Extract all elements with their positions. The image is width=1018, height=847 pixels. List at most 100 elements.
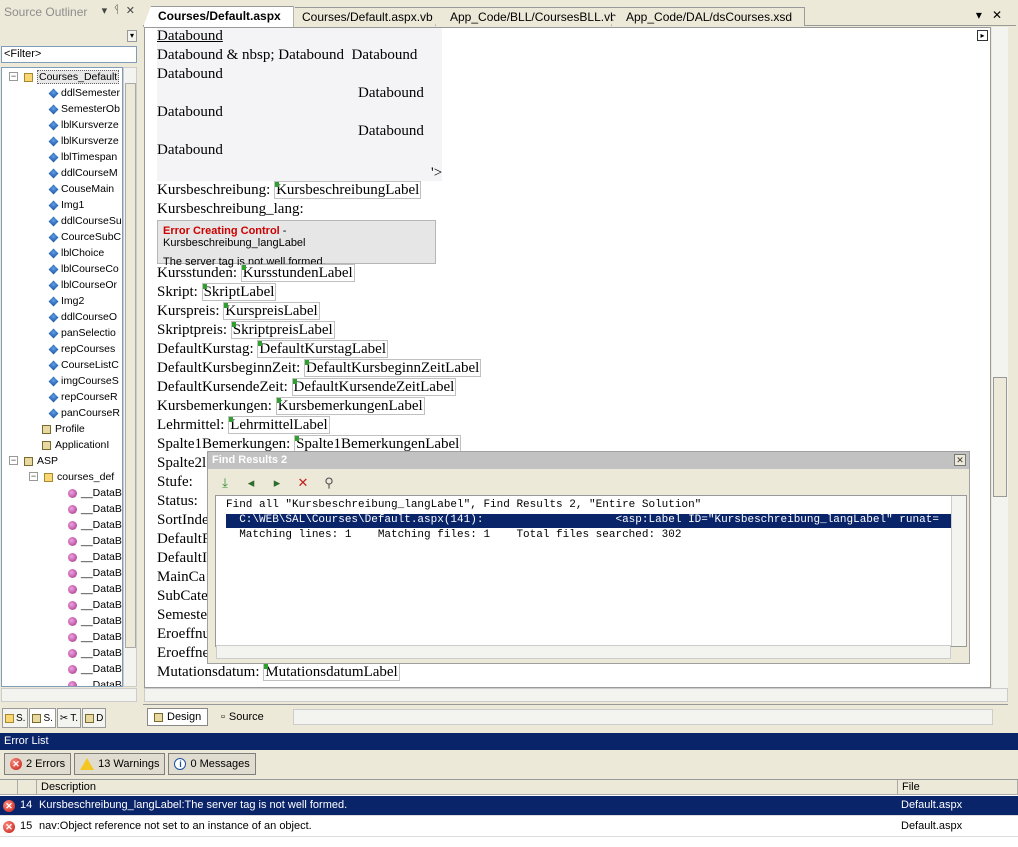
tree-node-databinding[interactable]: __DataB [68,565,122,581]
label-control[interactable]: DefaultKursbeginnZeitLabel [304,359,482,377]
tab-data[interactable]: D [82,708,107,728]
field-row[interactable]: Kursstunden: KursstundenLabel [157,264,355,282]
active-files-dropdown-icon[interactable]: ▾ [976,8,982,22]
tree-expander-icon[interactable]: − [9,72,18,81]
error-creating-control-box[interactable]: Error Creating Control - Kursbeschreibun… [157,220,436,268]
find-icon[interactable]: ⚲ [320,474,338,492]
clear-all-icon[interactable]: ✕ [294,474,312,492]
tree-node-control[interactable]: lblCourseCo [48,261,119,277]
tree-node-control[interactable]: panSelectio [48,325,116,341]
tree-node-item[interactable]: ApplicationI [42,437,109,453]
tree-node-control[interactable]: Img1 [48,197,84,213]
find-vertical-scrollbar[interactable] [951,496,966,646]
warnings-filter-button[interactable]: 13 Warnings [74,753,166,775]
messages-filter-button[interactable]: i0 Messages [168,753,256,775]
column-header-number[interactable] [18,780,37,795]
field-row[interactable]: Kursbeschreibung: KursbeschreibungLabel [157,181,422,199]
label-control[interactable]: DefaultKursendeZeitLabel [291,378,457,396]
tree-node-control[interactable]: lblCourseOr [48,277,117,293]
tree-node-control[interactable]: CourseListC [48,357,119,373]
tree-node-control[interactable]: repCourseR [48,389,118,405]
field-row[interactable]: Kursbemerkungen: KursbemerkungenLabel [157,397,425,415]
tab-coursesbll-vb[interactable]: App_Code/BLL/CoursesBLL.vb [435,7,630,26]
tree-node-control[interactable]: lblKursverze [48,117,119,133]
tree-node-control[interactable]: ddlCourseO [48,309,117,325]
tree-node-databinding[interactable]: __DataB [68,661,122,677]
tree-node-asp[interactable]: ASP [24,453,58,469]
editor-vertical-scrollbar[interactable] [992,27,1008,688]
tree-node-databinding[interactable]: __DataB [68,533,122,549]
tree-node-control[interactable]: ddlCourseM [48,165,118,181]
find-horizontal-scrollbar[interactable] [216,645,951,659]
tag-navigator[interactable] [293,709,993,725]
tab-dscourses-xsd[interactable]: App_Code/DAL/dsCourses.xsd [611,7,806,26]
tree-node-control[interactable]: repCourses [48,341,115,357]
tree-node-databinding[interactable]: __DataB [68,677,122,686]
field-row[interactable]: DefaultKursbeginnZeit: DefaultKursbeginn… [157,359,482,377]
error-row[interactable]: ✕ 15 nav:Object reference not set to an … [0,817,1018,837]
tree-node-databinding[interactable]: __DataB [68,501,122,517]
tree-node-databinding[interactable]: __DataB [68,517,122,533]
tree-node-control[interactable]: lblKursverze [48,133,119,149]
tree-node-control[interactable]: lblChoice [48,245,104,261]
field-row[interactable]: DefaultKursendeZeit: DefaultKursendeZeit… [157,378,457,396]
tree-expander-icon[interactable]: − [9,456,18,465]
error-row[interactable]: ✕ 14 Kursbeschreibung_langLabel:The serv… [0,796,1018,816]
field-row[interactable]: DefaultKurstag: DefaultKurstagLabel [157,340,389,358]
toolbar-overflow-button[interactable]: ▾ [127,30,137,42]
errors-filter-button[interactable]: ✕ 2 Errors [4,753,72,775]
tree-node-page[interactable]: courses_def [44,469,114,485]
design-view-tab[interactable]: Design [147,708,209,726]
databound-block[interactable]: Databound Databound & nbsp; Databound Da… [157,28,442,181]
tree-node-control[interactable]: imgCourseS [48,373,119,389]
tab-source-outliner[interactable]: S. [2,708,29,728]
smart-tag-icon[interactable]: ▸ [977,30,988,41]
tab-default-aspx-vb[interactable]: Courses/Default.aspx.vb [287,7,446,26]
label-control[interactable]: KursbeschreibungLabel [274,181,422,199]
tree-node-control[interactable]: ddlSemester [48,85,120,101]
outliner-pin-button[interactable]: ᛩ [113,4,120,17]
label-control[interactable]: LehrmittelLabel [228,416,330,434]
field-row[interactable]: Lehrmittel: LehrmittelLabel [157,416,330,434]
source-view-tab[interactable]: ▫ Source [215,708,270,726]
find-results-titlebar[interactable]: Find Results 2 [208,452,969,469]
column-header-description[interactable]: Description [37,780,898,795]
outliner-horizontal-scrollbar[interactable] [1,688,137,702]
go-to-location-icon[interactable]: ⤓ [216,474,234,492]
field-row[interactable]: Kurspreis: KurspreisLabel [157,302,320,320]
tree-node-control[interactable]: ddlCourseSu [48,213,122,229]
label-control[interactable]: KurspreisLabel [223,302,320,320]
tree-node-databinding[interactable]: __DataB [68,613,122,629]
label-control[interactable]: SkriptLabel [201,283,277,301]
outliner-dropdown-button[interactable]: ▾ [102,4,108,17]
tree-node-control[interactable]: SemesterOb [48,101,120,117]
tree-node-item[interactable]: Profile [42,421,85,437]
label-control[interactable]: DefaultKurstagLabel [257,340,389,358]
column-header-icon[interactable] [0,780,18,795]
scroll-thumb[interactable] [993,377,1007,497]
field-row[interactable]: Skript: SkriptLabel [157,283,277,301]
tree-node-control[interactable]: Img2 [48,293,84,309]
tree-node-root[interactable]: Courses_Default [24,69,120,85]
field-row[interactable]: Kursbeschreibung_lang: [157,201,304,218]
scroll-thumb[interactable] [125,83,136,648]
column-header-file[interactable]: File [898,780,1018,795]
field-row[interactable]: Skriptpreis: SkriptpreisLabel [157,321,335,339]
tree-node-databinding[interactable]: __DataB [68,645,122,661]
tree-node-databinding[interactable]: __DataB [68,597,122,613]
tab-default-aspx[interactable]: Courses/Default.aspx [143,6,294,27]
close-document-icon[interactable]: ✕ [992,8,1002,22]
field-row[interactable]: Mutationsdatum: MutationsdatumLabel [157,663,400,681]
tree-expander-icon[interactable]: − [29,472,38,481]
label-control[interactable]: SkriptpreisLabel [230,321,335,339]
close-icon[interactable]: ✕ [954,454,966,466]
tree-node-control[interactable]: panCourseR [48,405,120,421]
tree-node-databinding[interactable]: __DataB [68,485,122,501]
previous-location-icon[interactable]: ◂ [242,474,260,492]
find-result-line[interactable]: C:\WEB\SAL\Courses\Default.aspx(141): <a… [226,514,956,528]
label-control[interactable]: KursbemerkungenLabel [275,397,425,415]
label-control[interactable]: KursstundenLabel [240,264,355,282]
outliner-close-button[interactable]: ✕ [126,4,135,17]
tree-node-databinding[interactable]: __DataB [68,549,122,565]
find-results-text[interactable]: Find all "Kursbeschreibung_langLabel", F… [215,495,967,647]
